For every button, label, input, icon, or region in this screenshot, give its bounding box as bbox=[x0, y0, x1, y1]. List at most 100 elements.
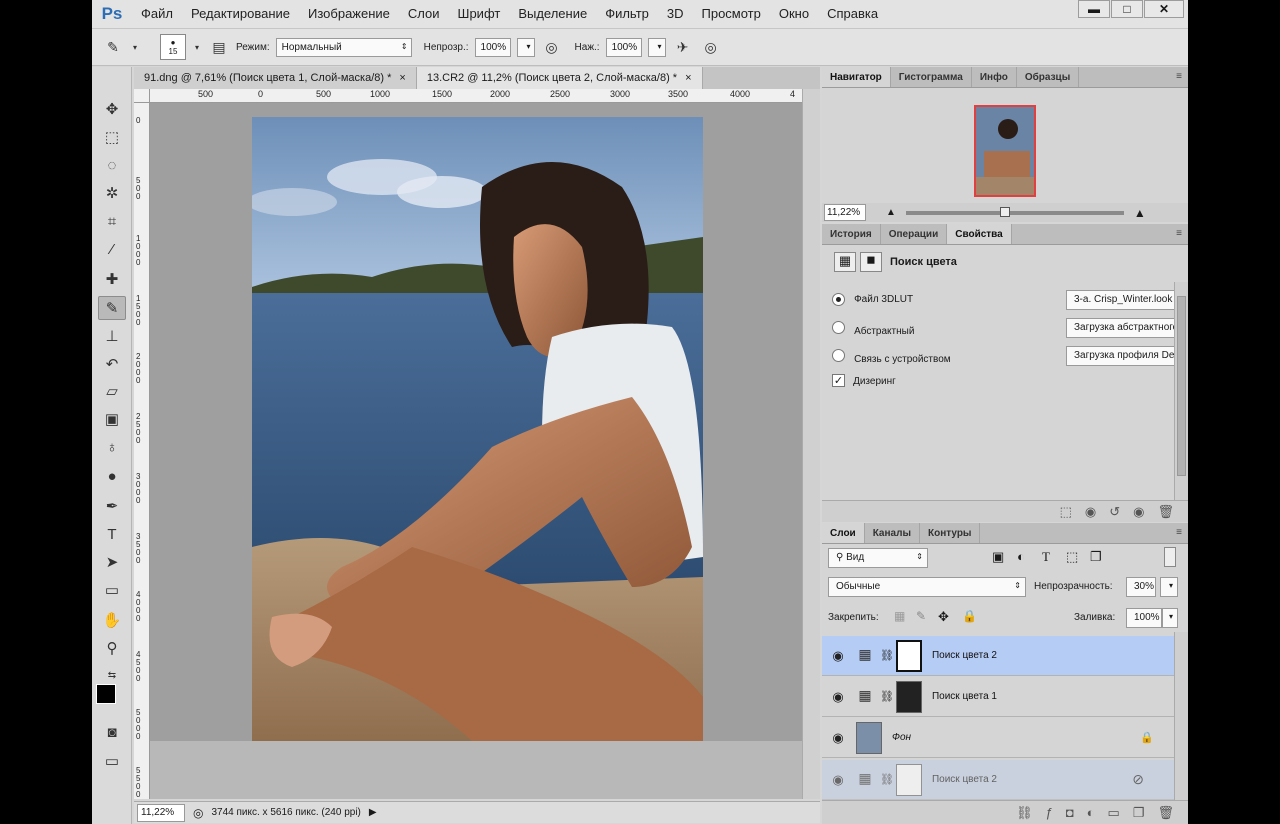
menu-image[interactable]: Изображение bbox=[299, 0, 399, 28]
status-menu-arrow-icon[interactable]: ▶ bbox=[369, 807, 377, 818]
menu-edit[interactable]: Редактирование bbox=[182, 0, 299, 28]
fill-field[interactable]: 100% bbox=[1126, 608, 1162, 628]
tab-actions[interactable]: Операции bbox=[881, 224, 948, 244]
close-tab-icon[interactable]: × bbox=[685, 72, 691, 84]
layer-style-icon[interactable]: ƒ bbox=[1046, 805, 1053, 820]
option-abstract[interactable]: Абстрактный bbox=[832, 321, 914, 337]
zoom-field[interactable]: 11,22% bbox=[137, 803, 185, 822]
zoom-in-icon[interactable]: ▲ bbox=[1134, 206, 1146, 220]
eraser-tool-icon[interactable]: ▱ bbox=[98, 379, 126, 403]
blend-mode-select[interactable]: Обычные ⇕ bbox=[828, 577, 1026, 597]
tab-channels[interactable]: Каналы bbox=[865, 523, 920, 543]
zoom-tool-icon[interactable]: ⚲ bbox=[98, 636, 126, 660]
tab-document-2[interactable]: 13.CR2 @ 11,2% (Поиск цвета 2, Слой-маск… bbox=[416, 67, 703, 89]
tab-layers[interactable]: Слои bbox=[822, 523, 865, 543]
layer-opacity-dropdown[interactable]: ▾ bbox=[1160, 577, 1178, 597]
eye-icon[interactable]: ◉ bbox=[822, 648, 854, 664]
zoom-out-icon[interactable]: ▲ bbox=[886, 207, 896, 218]
close-button[interactable]: ✕ bbox=[1144, 0, 1184, 18]
visibility-eye-icon[interactable]: ◉ bbox=[1133, 504, 1144, 520]
panel-menu-icon[interactable]: ≡ bbox=[1176, 228, 1182, 239]
lock-all-icon[interactable]: 🔒 bbox=[962, 609, 977, 623]
type-tool-icon[interactable]: T bbox=[98, 522, 126, 546]
filter-pixel-icon[interactable]: ▣ bbox=[992, 549, 1004, 565]
menu-view[interactable]: Просмотр bbox=[693, 0, 770, 28]
dither-option[interactable]: ✓ Дизеринг bbox=[832, 374, 896, 387]
eye-icon[interactable]: ◉ bbox=[822, 689, 854, 705]
airbrush-icon[interactable]: ✈ bbox=[672, 36, 694, 58]
tab-properties[interactable]: Свойства bbox=[947, 224, 1012, 244]
tablet-opacity-icon[interactable]: ◎ bbox=[541, 36, 563, 58]
link-layers-icon[interactable]: ⛓ bbox=[1016, 805, 1033, 821]
healing-brush-tool-icon[interactable]: ✚ bbox=[98, 267, 126, 291]
gradient-tool-icon[interactable]: ▣ bbox=[98, 407, 126, 431]
menu-type[interactable]: Шрифт bbox=[449, 0, 510, 28]
brush-panel-toggle-icon[interactable]: ▤ bbox=[208, 36, 230, 58]
menu-help[interactable]: Справка bbox=[818, 0, 887, 28]
quick-mask-icon[interactable]: ◙ bbox=[98, 720, 126, 744]
brush-tool-icon[interactable]: ✎ bbox=[102, 36, 124, 58]
history-brush-tool-icon[interactable]: ↶ bbox=[98, 352, 126, 376]
trash-icon[interactable]: 🗑 bbox=[1157, 504, 1174, 520]
mask-icon[interactable]: ◼ bbox=[860, 252, 882, 272]
layer-row-dragging[interactable]: ◉ ▦ ⛓ Поиск цвета 2 ⊘ bbox=[822, 760, 1174, 800]
zoom-slider-track[interactable] bbox=[905, 206, 1124, 217]
layer-opacity-field[interactable]: 30% bbox=[1126, 577, 1156, 597]
tab-histogram[interactable]: Гистограмма bbox=[891, 67, 972, 87]
document-image[interactable] bbox=[252, 117, 703, 741]
menu-file[interactable]: Файл bbox=[132, 0, 182, 28]
view-previous-state-icon[interactable]: ◉ bbox=[1085, 504, 1096, 520]
maximize-button[interactable]: □ bbox=[1111, 0, 1143, 18]
pressure-dropdown[interactable]: ▾ bbox=[647, 37, 666, 57]
link-icon[interactable]: ⛓ bbox=[880, 690, 894, 703]
tab-document-1[interactable]: 91.dng @ 7,61% (Поиск цвета 1, Слой-маск… bbox=[134, 67, 417, 89]
tab-navigator[interactable]: Навигатор bbox=[822, 67, 891, 87]
screen-mode-icon[interactable]: ▭ bbox=[98, 749, 126, 773]
shape-tool-icon[interactable]: ▭ bbox=[98, 578, 126, 602]
mode-select[interactable]: Нормальный ⇕ bbox=[275, 37, 412, 57]
navigator-zoom-field[interactable]: 11,22% bbox=[824, 204, 866, 221]
layer-row[interactable]: ◉ ▦ ⛓ Поиск цвета 1 bbox=[822, 677, 1174, 717]
layers-scrollbar[interactable] bbox=[1174, 632, 1188, 800]
dodge-tool-icon[interactable]: ● bbox=[98, 464, 126, 488]
add-mask-icon[interactable]: ◘ bbox=[1066, 805, 1074, 820]
new-adjustment-icon[interactable]: ◐ bbox=[1087, 805, 1095, 820]
lasso-tool-icon[interactable]: ◌ bbox=[98, 153, 126, 177]
pen-tool-icon[interactable]: ✒ bbox=[98, 494, 126, 518]
move-tool-icon[interactable]: ✥ bbox=[98, 97, 126, 121]
lut-file-select[interactable]: 3-а. Crisp_Winter.look⇕ bbox=[1066, 290, 1188, 310]
eye-icon[interactable]: ◉ bbox=[822, 772, 854, 788]
dither-checkbox[interactable]: ✓ bbox=[832, 374, 845, 387]
reset-icon[interactable]: ↺ bbox=[1109, 504, 1120, 520]
status-options-icon[interactable]: ◎ bbox=[193, 806, 203, 820]
layer-thumbnail[interactable] bbox=[856, 721, 882, 754]
filter-adjustment-icon[interactable]: ◐ bbox=[1017, 549, 1025, 564]
eye-icon[interactable]: ◉ bbox=[822, 730, 854, 746]
link-icon[interactable]: ⛓ bbox=[880, 649, 894, 662]
menu-window[interactable]: Окно bbox=[770, 0, 818, 28]
lock-position-icon[interactable]: ✥ bbox=[938, 609, 949, 625]
link-icon[interactable]: ⛓ bbox=[880, 773, 894, 786]
brush-size-picker[interactable]: ● 15 bbox=[160, 34, 186, 60]
tab-info[interactable]: Инфо bbox=[972, 67, 1017, 87]
delete-layer-icon[interactable]: 🗑 bbox=[1157, 805, 1174, 821]
minimize-button[interactable]: ▬ bbox=[1078, 0, 1110, 18]
radio-devicelink[interactable] bbox=[832, 349, 845, 362]
brush-tool-icon[interactable]: ✎ bbox=[98, 296, 126, 320]
opacity-field[interactable]: 100% bbox=[474, 37, 511, 57]
layer-row[interactable]: ◉ Фон 🔒 bbox=[822, 718, 1174, 758]
eyedropper-tool-icon[interactable]: ⁄ bbox=[98, 237, 126, 261]
close-tab-icon[interactable]: × bbox=[399, 72, 405, 84]
magic-wand-tool-icon[interactable]: ✲ bbox=[98, 181, 126, 205]
filter-shape-icon[interactable]: ⬚ bbox=[1066, 549, 1078, 565]
layer-mask-thumbnail[interactable] bbox=[895, 639, 922, 672]
document-scrollbar[interactable] bbox=[802, 89, 820, 799]
menu-select[interactable]: Выделение bbox=[509, 0, 596, 28]
option-3dlut[interactable]: Файл 3DLUT bbox=[832, 293, 913, 306]
layer-mask-thumbnail[interactable] bbox=[895, 680, 922, 713]
tab-history[interactable]: История bbox=[822, 224, 881, 244]
layer-row[interactable]: ◉ ▦ ⛓ Поиск цвета 2 bbox=[822, 636, 1174, 676]
new-layer-icon[interactable]: ❐ bbox=[1133, 805, 1145, 821]
properties-scrollbar[interactable] bbox=[1174, 282, 1188, 500]
tab-paths[interactable]: Контуры bbox=[920, 523, 981, 543]
